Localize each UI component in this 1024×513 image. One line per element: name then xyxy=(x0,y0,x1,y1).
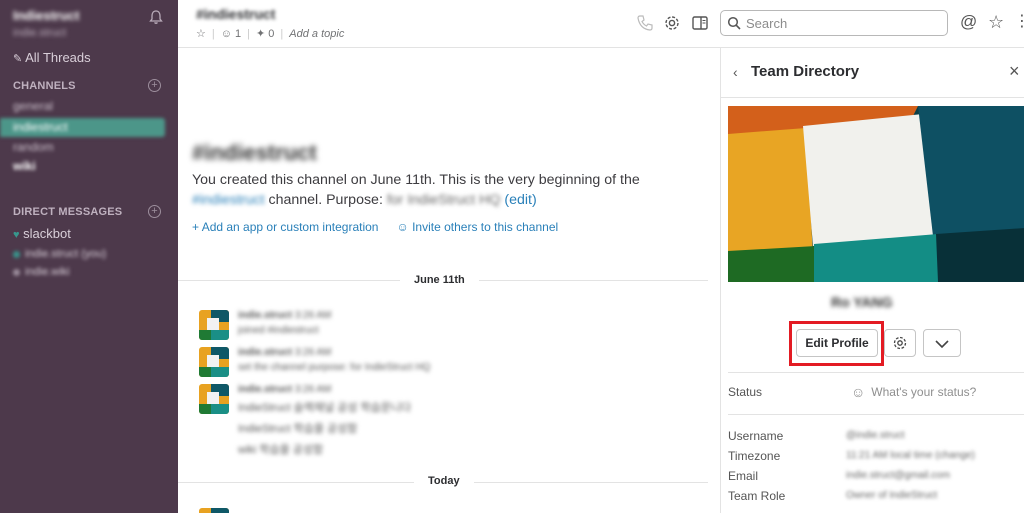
pin-icon: ✦ xyxy=(256,28,266,40)
person-icon: ☺ xyxy=(220,27,232,40)
add-channel-icon[interactable]: + xyxy=(148,79,161,92)
add-topic-link[interactable]: Add a topic xyxy=(289,28,344,40)
field-value: 11:21 AM local time (change) xyxy=(846,450,975,461)
close-icon[interactable]: × xyxy=(1009,61,1020,82)
search-placeholder: Search xyxy=(746,16,788,31)
day-label: June 11th xyxy=(400,274,479,286)
message-author[interactable]: indie.struct 3:26 AM xyxy=(238,380,331,400)
mentions-icon[interactable]: @ xyxy=(960,13,978,31)
sidebar-item-dm[interactable]: indie.struct (you) xyxy=(13,248,106,260)
status-label: Status xyxy=(728,385,763,399)
profile-cover-image xyxy=(728,106,1024,282)
panel-divider xyxy=(728,414,1024,415)
sidebar-item-channel-active[interactable]: indiestruct xyxy=(0,118,165,137)
add-dm-icon[interactable]: + xyxy=(148,205,161,218)
add-app-link[interactable]: + Add an app or custom integration xyxy=(192,220,378,234)
members-count[interactable]: ☺ 1 xyxy=(221,28,241,40)
message-pane: #indiestruct You created this channel on… xyxy=(178,48,720,513)
profile-settings-button[interactable] xyxy=(884,329,916,357)
profile-name: Ro YANG xyxy=(831,294,893,310)
field-label: Timezone xyxy=(728,449,781,463)
more-icon[interactable]: ⋮ xyxy=(1014,13,1024,31)
sidebar-toggle-icon[interactable] xyxy=(691,14,709,32)
message-text: IndieStruct 슬랙채널 공성 학습문니다 xyxy=(238,402,412,414)
channel-intro-text: You created this channel on June 11th. T… xyxy=(192,172,640,208)
workspace-user: indie.struct xyxy=(13,27,67,39)
all-threads-label: All Threads xyxy=(25,50,91,65)
gear-icon xyxy=(893,336,907,350)
direct-messages-heading[interactable]: DIRECT MESSAGES xyxy=(13,206,122,218)
pins-count[interactable]: ✦ 0 xyxy=(256,27,274,40)
presence-dot xyxy=(13,250,20,258)
intro-actions: + Add an app or custom integration ☺ Inv… xyxy=(192,220,558,234)
team-directory-panel: ‹ Team Directory × Ro YANG Edit Profile … xyxy=(720,48,1024,513)
field-label: Email xyxy=(728,469,759,483)
threads-icon: ✎ xyxy=(13,53,23,65)
panel-header: ‹ Team Directory × xyxy=(721,48,1024,98)
back-chevron-icon[interactable]: ‹ xyxy=(733,64,738,80)
bell-icon[interactable] xyxy=(148,9,164,25)
channel-intro-title: #indiestruct xyxy=(192,140,317,165)
star-icon[interactable]: ☆ xyxy=(196,27,206,40)
workspace-name[interactable]: Indiestruct xyxy=(13,8,79,23)
channel-meta: ☆ | ☺ 1 | ✦ 0 | Add a topic xyxy=(196,27,345,41)
starred-icon[interactable]: ☆ xyxy=(988,13,1006,31)
message-text: joined #indiestruct xyxy=(238,325,319,336)
message-text: wiki 학습을 공성함 xyxy=(238,444,324,456)
more-actions-button[interactable] xyxy=(923,329,961,357)
sidebar-item-channel[interactable]: wiki xyxy=(13,159,36,173)
status-input[interactable]: ☺ What's your status? xyxy=(851,384,976,400)
sidebar: Indiestruct indie.struct ✎ All Threads C… xyxy=(0,0,178,513)
invite-link[interactable]: ☺ Invite others to this channel xyxy=(396,220,558,234)
presence-dot xyxy=(13,268,20,276)
avatar[interactable] xyxy=(199,310,229,340)
avatar[interactable] xyxy=(199,347,229,377)
field-value: indie.struct@gmail.com xyxy=(846,470,951,481)
top-right-bar: Search @ ☆ ⋮ xyxy=(720,0,1024,48)
chevron-down-icon xyxy=(935,340,949,349)
day-label: Today xyxy=(414,475,474,487)
highlight-annotation xyxy=(789,321,884,366)
sidebar-item-channel[interactable]: general xyxy=(13,99,53,113)
field-value: Owner of IndieStruct xyxy=(846,490,938,501)
channel-link[interactable]: #indiestruct xyxy=(192,192,265,208)
search-icon xyxy=(727,16,741,30)
channel-header: #indiestruct ☆ | ☺ 1 | ✦ 0 | Add a topic xyxy=(178,0,720,48)
sidebar-item-slackbot[interactable]: ♥ slackbot xyxy=(13,226,71,241)
sidebar-item-dm[interactable]: indie.wiki xyxy=(13,266,70,278)
phone-icon[interactable] xyxy=(636,14,654,32)
sidebar-item-channel[interactable]: random xyxy=(13,140,54,154)
all-threads-link[interactable]: ✎ All Threads xyxy=(13,50,91,65)
channels-heading[interactable]: CHANNELS xyxy=(13,80,76,92)
channel-title[interactable]: #indiestruct xyxy=(196,6,275,22)
panel-title: Team Directory xyxy=(751,63,860,80)
channel-purpose: for IndieStruct HQ xyxy=(386,192,501,208)
panel-divider xyxy=(728,372,1024,373)
gear-icon[interactable] xyxy=(663,14,681,32)
smiley-icon: ☺ xyxy=(851,384,866,400)
field-label: Username xyxy=(728,429,784,443)
avatar[interactable] xyxy=(199,384,229,414)
avatar[interactable] xyxy=(199,508,229,513)
heart-icon: ♥ xyxy=(13,229,20,241)
edit-purpose-link[interactable]: (edit) xyxy=(504,192,536,208)
person-icon: ☺ xyxy=(396,220,409,234)
field-label: Team Role xyxy=(728,489,786,503)
search-input[interactable]: Search xyxy=(720,10,948,36)
field-value: @indie.struct xyxy=(846,430,905,441)
message-text: set the channel purpose: for IndieStruct… xyxy=(238,362,431,373)
message-text: IndieStruct 학습을 공성함 xyxy=(238,423,358,435)
